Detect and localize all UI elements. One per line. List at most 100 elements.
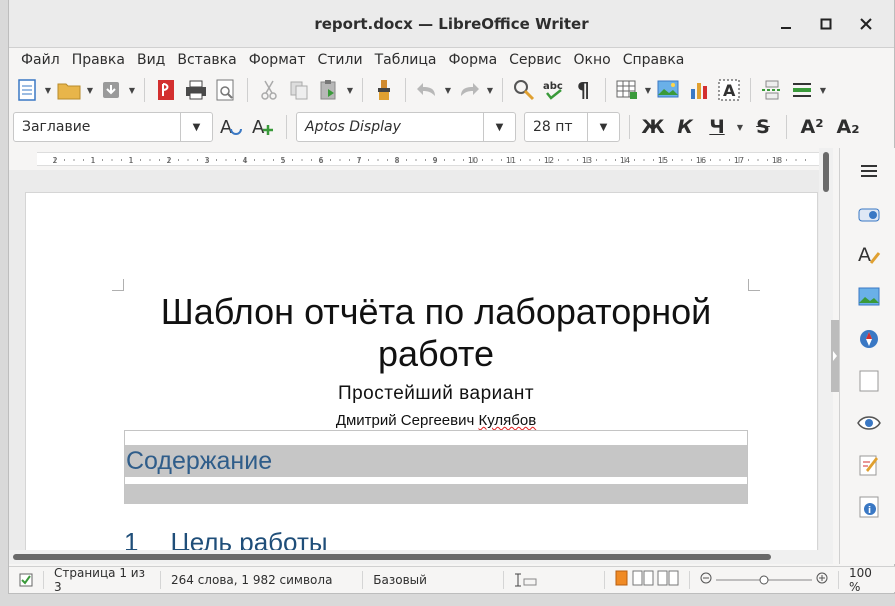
- page-count[interactable]: Страница 1 из 3: [44, 566, 161, 594]
- italic-button[interactable]: К: [671, 116, 699, 138]
- chevron-down-icon[interactable]: ▼: [345, 76, 355, 104]
- insert-image-icon[interactable]: [655, 76, 683, 104]
- chevron-down-icon[interactable]: ▼: [643, 76, 653, 104]
- chevron-down-icon[interactable]: ▼: [483, 113, 515, 141]
- insert-chart-icon[interactable]: [685, 76, 713, 104]
- page-icon[interactable]: [856, 368, 882, 394]
- insert-table-icon[interactable]: [613, 76, 641, 104]
- print-icon[interactable]: [182, 76, 210, 104]
- bold-button[interactable]: Ж: [639, 116, 667, 138]
- horizontal-scrollbar[interactable]: [9, 550, 819, 564]
- sidebar-collapse-handle[interactable]: [831, 320, 839, 392]
- scrollbar-thumb[interactable]: [13, 554, 771, 560]
- paste-icon[interactable]: [315, 76, 343, 104]
- new-document-icon[interactable]: [13, 76, 41, 104]
- cut-icon[interactable]: [255, 76, 283, 104]
- superscript-button[interactable]: A²: [796, 116, 828, 138]
- update-style-icon[interactable]: A: [217, 113, 245, 141]
- menu-edit[interactable]: Правка: [66, 52, 131, 68]
- menu-table[interactable]: Таблица: [369, 52, 443, 68]
- book-view-icon[interactable]: [657, 570, 679, 589]
- copy-icon[interactable]: [285, 76, 313, 104]
- single-page-view-icon[interactable]: [615, 570, 629, 589]
- menu-tools[interactable]: Сервис: [503, 52, 567, 68]
- undo-icon[interactable]: [413, 76, 441, 104]
- open-folder-icon[interactable]: [55, 76, 83, 104]
- insert-field-icon[interactable]: [788, 76, 816, 104]
- font-size-combo[interactable]: 28 пт ▼: [524, 112, 620, 142]
- spelling-icon[interactable]: abc: [540, 76, 568, 104]
- ruler-label: 8: [394, 156, 399, 165]
- gallery-icon[interactable]: [856, 284, 882, 310]
- word-count[interactable]: 264 слова, 1 982 символа: [161, 570, 364, 589]
- chevron-down-icon[interactable]: ▼: [443, 76, 453, 104]
- close-icon[interactable]: [856, 14, 876, 34]
- menu-styles[interactable]: Стили: [312, 52, 369, 68]
- new-style-icon[interactable]: A: [249, 113, 277, 141]
- toolbar-separator: [144, 78, 145, 102]
- sidebar-menu-icon[interactable]: [856, 158, 882, 184]
- horizontal-ruler[interactable]: 2 1 1 2 3 4 5 6 7 8 9 10 11 12 13 14 15 16 17 18: [9, 148, 819, 170]
- menu-window[interactable]: Окно: [567, 52, 616, 68]
- underline-button[interactable]: Ч: [703, 116, 731, 138]
- chevron-down-icon[interactable]: ▼: [127, 76, 137, 104]
- ruler-label: 3: [204, 156, 209, 165]
- subscript-button[interactable]: A₂: [832, 116, 864, 138]
- menu-form[interactable]: Форма: [443, 52, 504, 68]
- chevron-down-icon[interactable]: ▼: [85, 76, 95, 104]
- zoom-track[interactable]: [716, 574, 813, 586]
- clone-formatting-icon[interactable]: [370, 76, 398, 104]
- svg-text:A: A: [252, 117, 265, 138]
- toolbar-separator: [786, 115, 787, 139]
- save-icon[interactable]: [97, 76, 125, 104]
- font-size-value: 28 пт: [533, 119, 573, 135]
- document-page[interactable]: Шаблон отчёта по лабораторной работе Про…: [25, 192, 818, 550]
- scrollbar-thumb[interactable]: [823, 152, 829, 192]
- document-area[interactable]: Шаблон отчёта по лабораторной работе Про…: [9, 170, 819, 550]
- design-icon[interactable]: [856, 452, 882, 478]
- chevron-down-icon[interactable]: ▼: [180, 113, 212, 141]
- minimize-icon[interactable]: [776, 14, 796, 34]
- ruler-label: 7: [356, 156, 361, 165]
- menu-help[interactable]: Справка: [617, 52, 691, 68]
- menu-insert[interactable]: Вставка: [171, 52, 242, 68]
- zoom-level[interactable]: 100 %: [838, 566, 895, 594]
- find-replace-icon[interactable]: [510, 76, 538, 104]
- zoom-slider[interactable]: [690, 571, 838, 589]
- menu-format[interactable]: Формат: [243, 52, 312, 68]
- paragraph-style-combo[interactable]: Заглавие ▼: [13, 112, 213, 142]
- page-style[interactable]: Базовый: [363, 570, 504, 589]
- toolbar-separator: [750, 78, 751, 102]
- ruler-label: 12: [544, 156, 554, 165]
- insert-textbox-icon[interactable]: A: [715, 76, 743, 104]
- formatting-marks-icon[interactable]: ¶: [570, 76, 598, 104]
- author-last: Кулябов: [478, 412, 537, 429]
- chevron-down-icon[interactable]: ▼: [818, 76, 828, 104]
- menu-view[interactable]: Вид: [131, 52, 171, 68]
- doc-modified-icon[interactable]: [9, 570, 44, 589]
- styles-icon[interactable]: A: [856, 242, 882, 268]
- navigator-icon[interactable]: [856, 326, 882, 352]
- document-subtitle: Простейший вариант: [337, 383, 535, 404]
- redo-icon[interactable]: [455, 76, 483, 104]
- page-break-icon[interactable]: [758, 76, 786, 104]
- font-name-combo[interactable]: Aptos Display ▼: [296, 112, 516, 142]
- table-of-contents[interactable]: Содержание: [124, 430, 748, 504]
- zoom-out-icon[interactable]: [700, 572, 712, 587]
- chevron-down-icon[interactable]: ▼: [43, 76, 53, 104]
- export-pdf-icon[interactable]: [152, 76, 180, 104]
- properties-icon[interactable]: [856, 202, 882, 228]
- strikethrough-button[interactable]: S: [749, 116, 777, 138]
- chevron-down-icon[interactable]: ▼: [587, 113, 619, 141]
- menu-file[interactable]: Файл: [15, 52, 66, 68]
- chevron-down-icon[interactable]: ▼: [485, 76, 495, 104]
- accessibility-check-icon[interactable]: i: [856, 494, 882, 520]
- ruler-label: 16: [696, 156, 706, 165]
- chevron-down-icon[interactable]: ▼: [735, 113, 745, 141]
- ruler-ticks: 2 1 1 2 3 4 5 6 7 8 9 10 11 12 13 14 15 16 17 18: [52, 156, 806, 165]
- zoom-in-icon[interactable]: [816, 572, 828, 587]
- print-preview-icon[interactable]: [212, 76, 240, 104]
- manage-changes-icon[interactable]: [856, 410, 882, 436]
- maximize-icon[interactable]: [816, 14, 836, 34]
- multi-page-view-icon[interactable]: [632, 570, 654, 589]
